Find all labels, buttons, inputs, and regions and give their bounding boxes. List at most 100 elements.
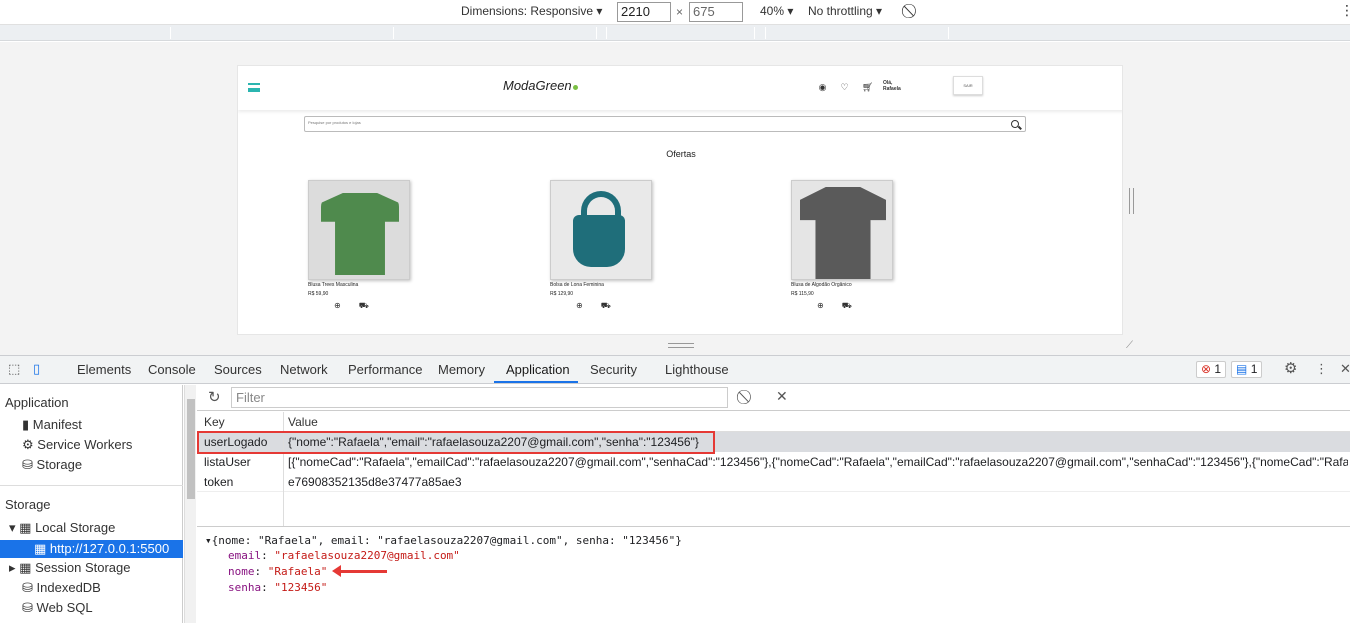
add-cart-icon[interactable]: ⛟ xyxy=(842,301,870,310)
search-input[interactable]: Pesquise por produtos e lojas xyxy=(304,116,1026,132)
logo-dot-icon xyxy=(572,85,578,90)
tab-security[interactable]: Security xyxy=(590,362,637,377)
emulated-page: ModaGreen ◉ ♡ 🛒︎ Olá, Rafaela SAIR Pesqui… xyxy=(237,65,1123,335)
logout-button[interactable]: SAIR xyxy=(953,76,983,95)
product-image[interactable] xyxy=(791,180,893,280)
table-row[interactable]: listaUser [{"nomeCad":"Rafaela","emailCa… xyxy=(197,452,1350,472)
row-key: listaUser xyxy=(204,455,251,469)
application-section-header: Application xyxy=(5,395,69,410)
user-icon[interactable]: ◉ xyxy=(818,83,827,92)
filter-input[interactable]: Filter xyxy=(231,387,728,408)
throttling-dropdown[interactable]: No throttling ▾ xyxy=(808,4,882,18)
storage-section-header: Storage xyxy=(5,497,51,512)
sidebar-item-indexeddb[interactable]: ⛁ IndexedDB xyxy=(22,580,101,596)
sidebar-item-local-storage[interactable]: ▾ ▦ Local Storage xyxy=(9,520,115,536)
tab-memory[interactable]: Memory xyxy=(438,362,485,377)
delete-selected-icon[interactable]: ✕ xyxy=(776,388,788,405)
search-placeholder: Pesquise por produtos e lojas xyxy=(308,120,361,125)
heart-icon[interactable]: ♡ xyxy=(840,83,849,92)
device-toolbar: Dimensions: Responsive ▾ 2210 × 675 40% … xyxy=(0,0,1350,25)
preview-prop-nome: nome: "Rafaela" xyxy=(228,565,328,578)
zoom-icon[interactable]: ⊕ xyxy=(334,301,359,310)
product-name: Blusa Trees Masculina xyxy=(308,282,359,288)
sidebar-item-storage[interactable]: ⛁ Storage xyxy=(22,457,82,473)
message-icon: ▤ xyxy=(1236,362,1248,376)
corner-resize-handle[interactable]: ⟋ xyxy=(1126,340,1133,351)
row-key: token xyxy=(204,475,234,489)
product-image[interactable] xyxy=(308,180,410,280)
inspect-element-icon[interactable]: ⬚ xyxy=(8,362,22,376)
zoom-icon[interactable]: ⊕ xyxy=(576,301,601,310)
database-icon: ⛁ xyxy=(22,457,33,472)
scrollbar-thumb[interactable] xyxy=(187,399,195,499)
media-query-ruler[interactable] xyxy=(0,25,1350,41)
expand-down-icon: ▾ xyxy=(9,520,16,535)
file-icon: ▮ xyxy=(22,417,30,432)
width-resize-handle[interactable] xyxy=(1129,188,1134,214)
preview-prop-senha: senha: "123456" xyxy=(228,581,328,594)
product-card[interactable]: Blusa de Algodão Orgânico R$ 115,90 ⊕⛟ xyxy=(791,180,893,311)
application-sidebar: Application ▮ Manifest ⚙ Service Workers… xyxy=(0,385,183,623)
product-name: Blusa de Algodão Orgânico xyxy=(791,282,852,288)
annotation-highlight-box xyxy=(197,431,715,454)
width-input[interactable]: 2210 xyxy=(617,2,671,22)
table-row[interactable]: token e76908352135d8e37477a85ae3 xyxy=(197,472,1350,492)
devtools-tabbar: ⬚ ▯ Elements Console Sources Network Per… xyxy=(0,355,1350,384)
value-column-header[interactable]: Value xyxy=(288,415,1348,429)
product-card[interactable]: Blusa Trees Masculina R$ 59,90 ⊕⛟ xyxy=(308,180,410,311)
value-preview-pane: ▾{nome: "Rafaela", email: "rafaelasouza2… xyxy=(197,526,1350,623)
gear-icon: ⚙ xyxy=(22,437,34,452)
preview-summary[interactable]: ▾{nome: "Rafaela", email: "rafaelasouza2… xyxy=(205,534,682,547)
site-logo[interactable]: ModaGreen xyxy=(503,78,578,93)
height-resize-handle[interactable] xyxy=(668,343,694,348)
sidebar-item-websql[interactable]: ⛁ Web SQL xyxy=(22,600,93,616)
tab-lighthouse[interactable]: Lighthouse xyxy=(665,362,729,377)
sidebar-item-service-workers[interactable]: ⚙ Service Workers xyxy=(22,437,132,453)
row-value: [{"nomeCad":"Rafaela","emailCad":"rafael… xyxy=(288,455,1348,469)
product-card[interactable]: Bolsa de Lona Feminina R$ 129,90 ⊕⛟ xyxy=(550,180,652,311)
table-header: Key Value xyxy=(197,412,1350,432)
search-icon[interactable] xyxy=(1011,120,1019,128)
refresh-icon[interactable]: ↻ xyxy=(208,388,221,406)
dimensions-dropdown[interactable]: Dimensions: Responsive ▾ xyxy=(461,4,602,18)
zoom-icon[interactable]: ⊕ xyxy=(817,301,842,310)
sidebar-scrollbar[interactable] xyxy=(184,385,196,623)
tab-network[interactable]: Network xyxy=(280,362,328,377)
annotation-arrow-icon xyxy=(332,565,387,577)
sidebar-item-manifest[interactable]: ▮ Manifest xyxy=(22,417,82,433)
storage-toolbar: ↻ Filter ⃠ ✕ xyxy=(197,385,1350,411)
key-column-header[interactable]: Key xyxy=(204,415,225,429)
height-input[interactable]: 675 xyxy=(689,2,743,22)
expand-down-icon: ▾ xyxy=(205,534,212,547)
messages-badge[interactable]: ▤ 1 xyxy=(1231,361,1263,378)
close-devtools-icon[interactable]: ✕ xyxy=(1340,362,1350,376)
product-price: R$ 129,90 xyxy=(550,291,574,297)
errors-badge[interactable]: ⊗ 1 xyxy=(1196,361,1227,378)
grid-icon: ▦ xyxy=(19,560,32,575)
section-title: Ofertas xyxy=(666,149,696,159)
more-options-icon[interactable]: ⋮ xyxy=(1340,2,1350,19)
grid-icon: ▦ xyxy=(34,541,47,556)
add-cart-icon[interactable]: ⛟ xyxy=(359,301,387,310)
zoom-dropdown[interactable]: 40% ▾ xyxy=(760,4,793,18)
product-price: R$ 59,90 xyxy=(308,291,329,297)
active-tab-indicator xyxy=(494,381,578,383)
times-symbol: × xyxy=(676,5,684,19)
add-cart-icon[interactable]: ⛟ xyxy=(601,301,629,310)
tab-console[interactable]: Console xyxy=(148,362,196,377)
device-toggle-icon[interactable]: ▯ xyxy=(33,362,47,376)
divider xyxy=(0,485,183,486)
tab-performance[interactable]: Performance xyxy=(348,362,422,377)
menu-icon[interactable] xyxy=(248,83,260,92)
sidebar-item-local-origin[interactable]: ▦ http://127.0.0.1:5500 xyxy=(34,541,169,557)
tab-sources[interactable]: Sources xyxy=(214,362,262,377)
tab-application[interactable]: Application xyxy=(506,362,570,377)
cart-icon[interactable]: 🛒︎ xyxy=(862,83,873,92)
product-image[interactable] xyxy=(550,180,652,280)
greeting: Olá, Rafaela xyxy=(883,80,901,92)
devtools-menu-icon[interactable]: ⋮ xyxy=(1315,362,1329,376)
tab-elements[interactable]: Elements xyxy=(77,362,131,377)
settings-gear-icon[interactable]: ⚙ xyxy=(1284,361,1298,376)
sidebar-item-session-storage[interactable]: ▸ ▦ Session Storage xyxy=(9,560,130,576)
column-divider[interactable] xyxy=(283,412,284,526)
